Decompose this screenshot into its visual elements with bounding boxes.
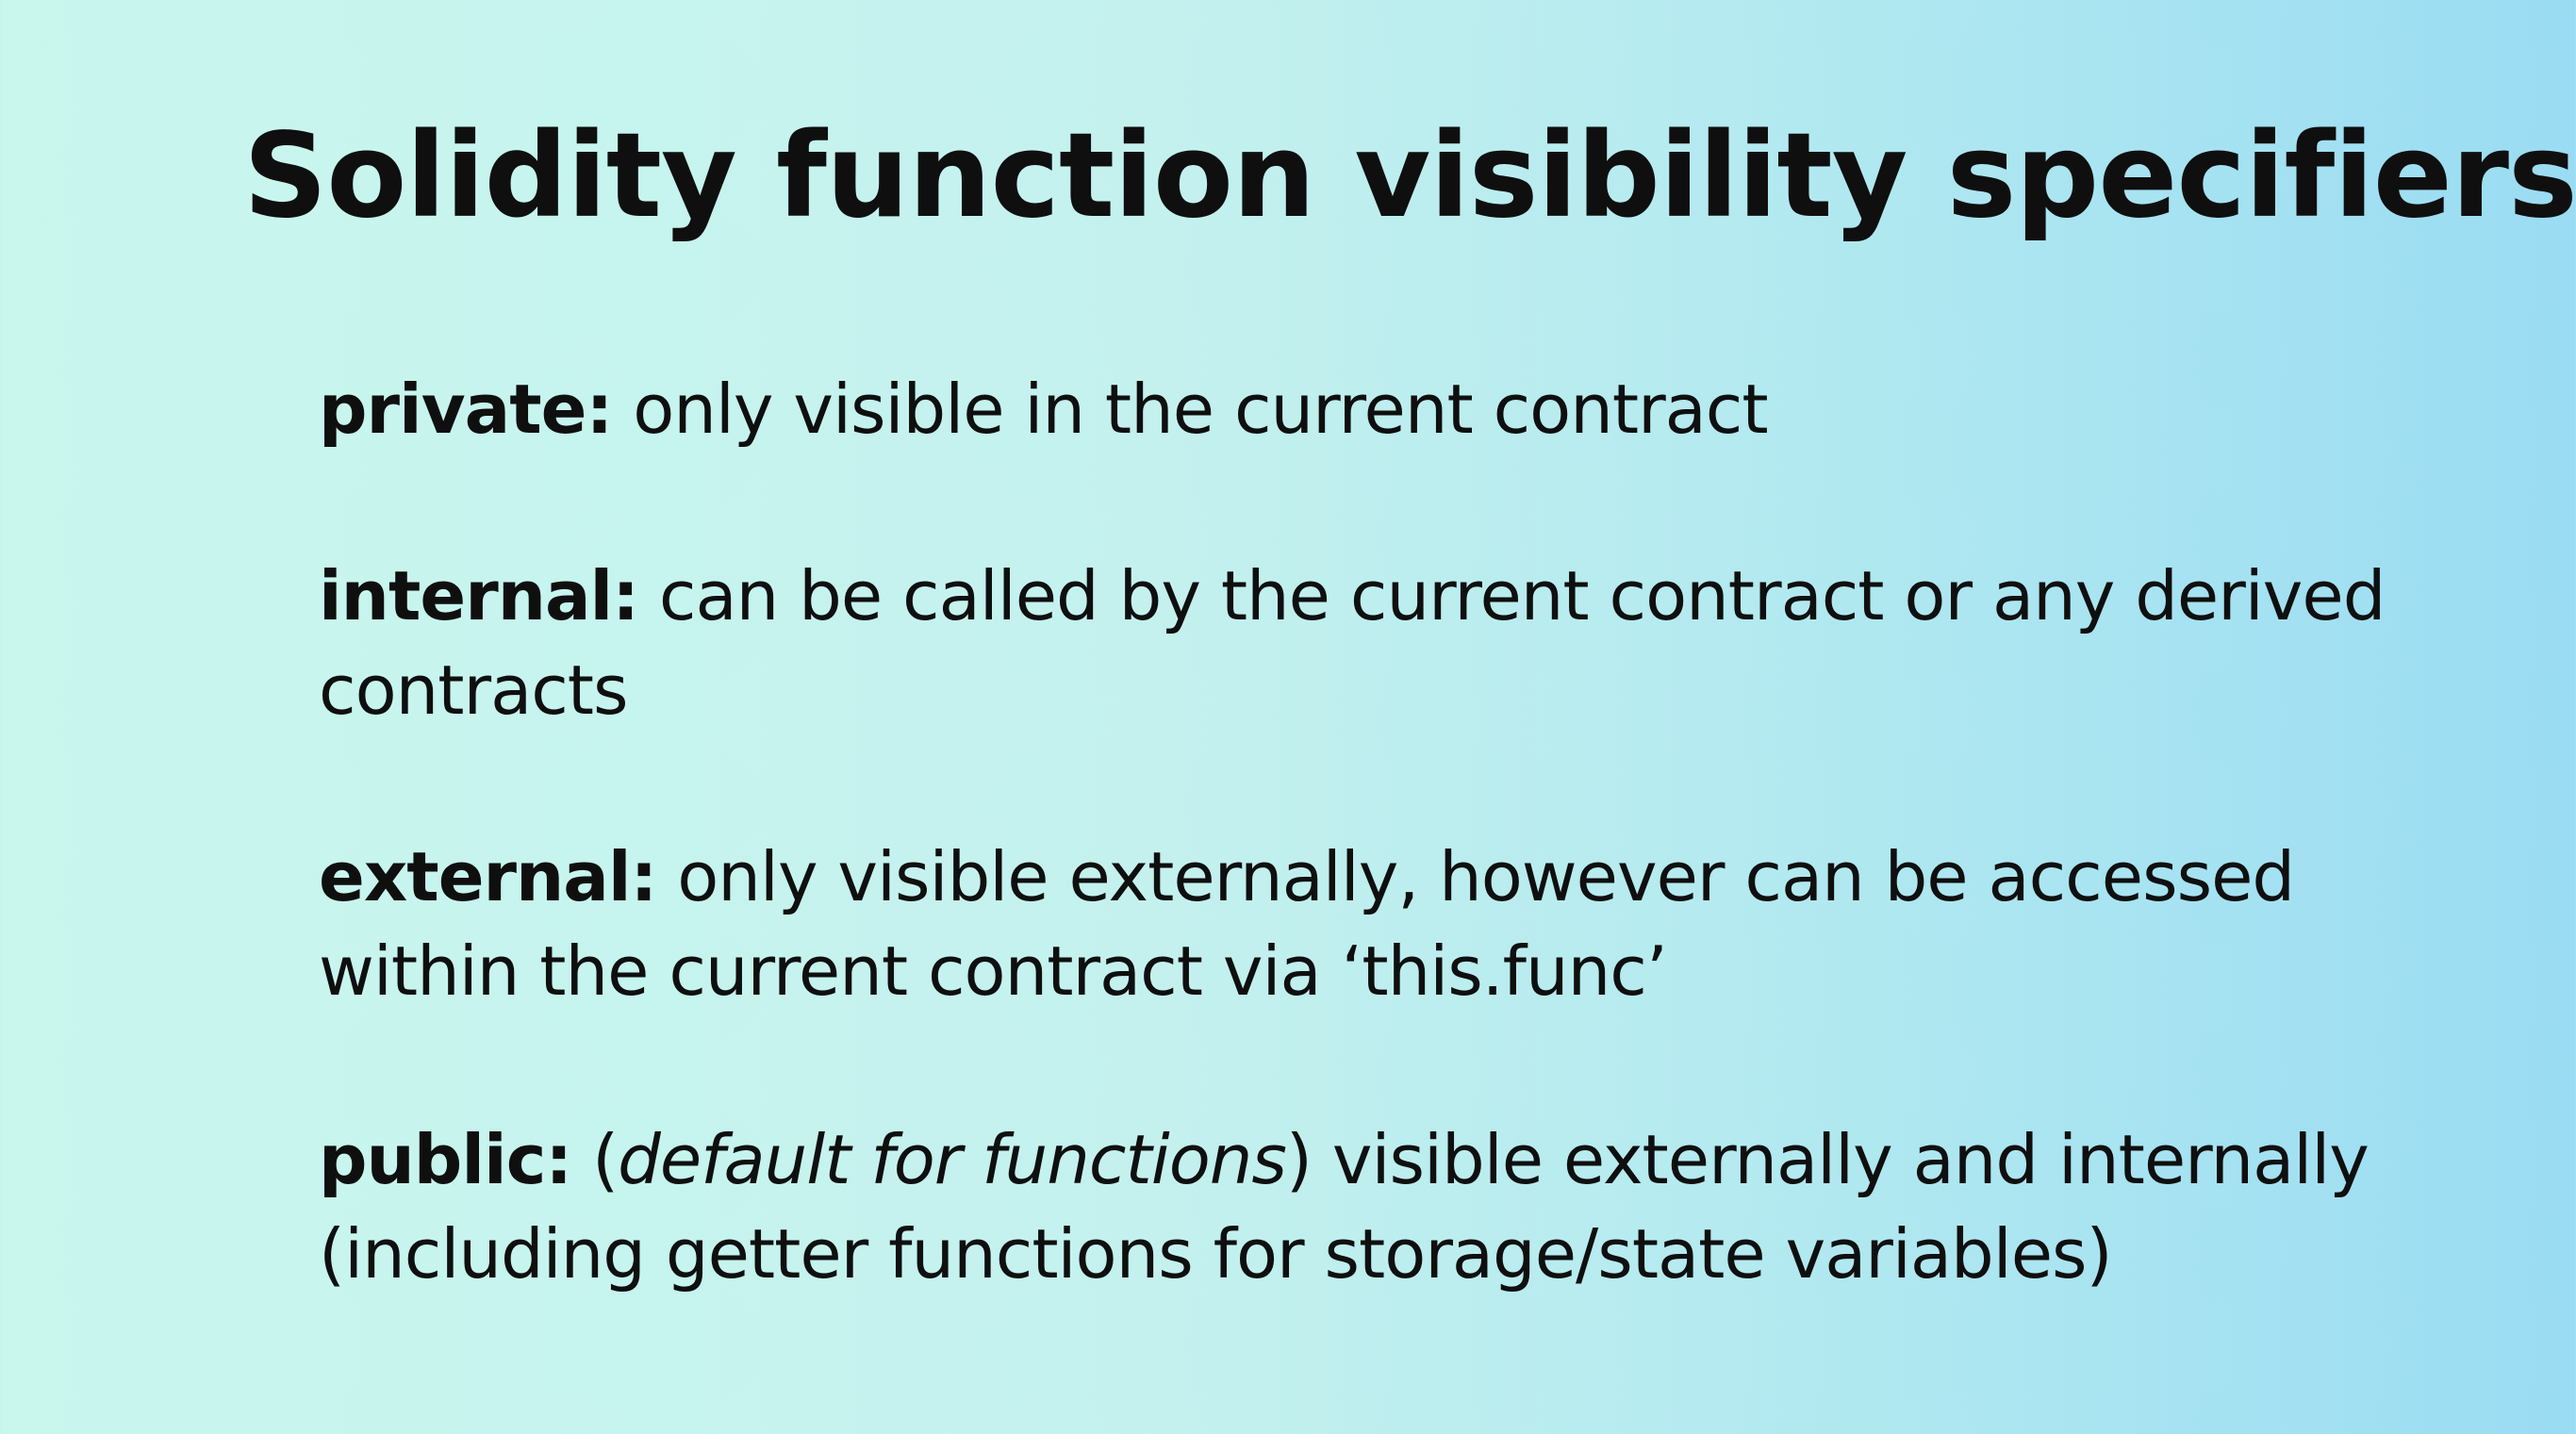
term-internal: internal:: [319, 556, 639, 635]
slide: Solidity function visibility specifiers:…: [0, 0, 2576, 1434]
term-external: external:: [319, 837, 657, 916]
paren-close: ): [1285, 1120, 1313, 1199]
list-item-private: private: only visible in the current con…: [319, 362, 2506, 456]
term-public: public:: [319, 1120, 572, 1199]
paren-open: (: [592, 1120, 619, 1199]
list-item-public: public: (default for functions) visible …: [319, 1113, 2506, 1301]
list-item-external: external: only visible externally, howev…: [319, 830, 2506, 1018]
term-private: private:: [319, 370, 613, 449]
description-private: only visible in the current contract: [633, 370, 1768, 449]
note-public: default for functions: [618, 1120, 1287, 1199]
list-item-internal: internal: can be called by the current c…: [319, 549, 2506, 737]
slide-title: Solidity function visibility specifiers:: [243, 108, 2576, 244]
